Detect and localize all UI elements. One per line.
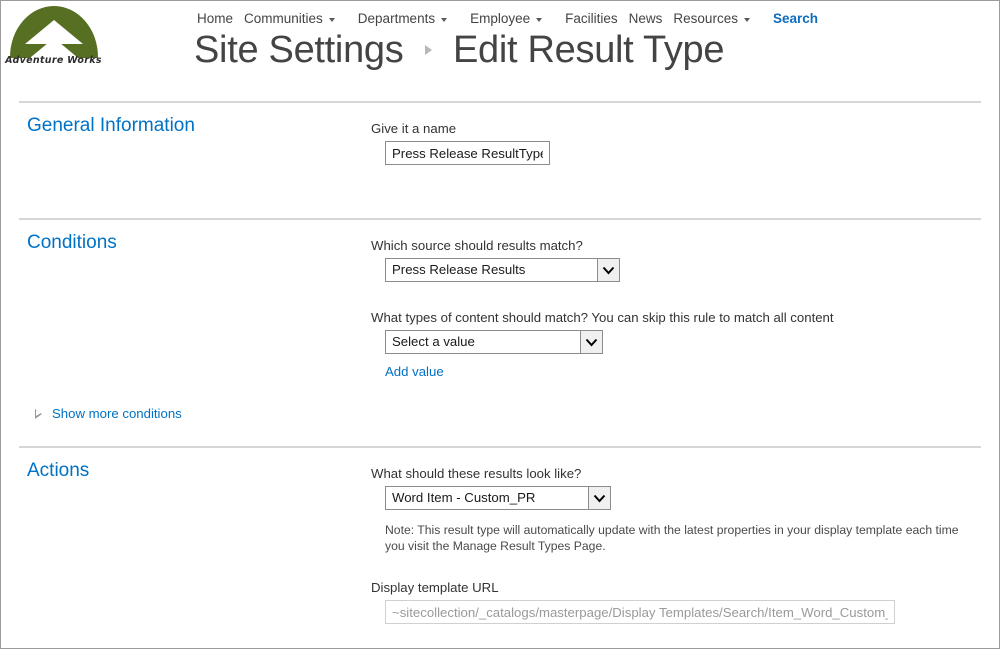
add-value-wrap: Add value (385, 363, 981, 381)
auto-update-note: Note: This result type will automaticall… (385, 523, 959, 553)
content-type-select[interactable]: Select a value (385, 330, 603, 354)
breadcrumb-separator-icon (424, 45, 432, 55)
section-body: Give it a name (19, 103, 981, 175)
nav-item-label: Communities (244, 11, 323, 26)
source-select[interactable]: Press Release Results (385, 258, 620, 282)
display-template-select-value: Word Item - Custom_PR (392, 490, 536, 505)
field-spacer (371, 554, 981, 580)
source-select-value: Press Release Results (392, 262, 526, 277)
content-type-field-label: What types of content should match? You … (371, 310, 834, 325)
chevron-down-icon (328, 17, 335, 22)
breadcrumb-parent-link[interactable]: Site Settings (194, 29, 404, 71)
section-heading: Conditions (27, 232, 117, 253)
result-type-name-input[interactable] (385, 141, 550, 165)
nav-item-news[interactable]: News (629, 9, 663, 28)
chevron-down-icon (441, 17, 448, 22)
section-general-information: General Information Give it a name (19, 101, 981, 218)
page-title: Edit Result Type (452, 29, 725, 71)
nav-item-employee[interactable]: Employee (470, 9, 554, 28)
nav-item-label: Employee (470, 11, 531, 26)
content-type-select-value: Select a value (392, 334, 475, 349)
nav-item-label: Search (772, 11, 818, 26)
nav-item-departments[interactable]: Departments (358, 9, 459, 28)
source-select-wrap: Press Release Results (385, 258, 981, 282)
logo-wordmark: Adventure Works (5, 55, 102, 66)
page-header: Adventure Works Home Communities Departm… (1, 1, 999, 101)
field-spacer (371, 282, 981, 310)
nav-item-label: Facilities (565, 11, 618, 26)
section-actions: Actions What should these results look l… (19, 446, 981, 638)
display-template-url-input[interactable] (385, 600, 895, 624)
nav-item-label: News (628, 11, 663, 26)
nav-item-facilities[interactable]: Facilities (565, 9, 618, 28)
nav-item-label: Home (197, 11, 234, 26)
top-navigation: Home Communities Departments Employee Fa… (197, 9, 829, 28)
nav-item-label: Departments (357, 11, 436, 26)
name-field-label: Give it a name (371, 121, 457, 136)
disclosure-triangle-icon (35, 408, 42, 419)
display-template-field-label: What should these results look like? (371, 466, 582, 481)
show-more-conditions-toggle[interactable]: Show more conditions (35, 406, 182, 421)
nav-item-search[interactable]: Search (773, 9, 818, 28)
chevron-down-icon[interactable] (588, 487, 610, 509)
chevron-down-icon[interactable] (597, 259, 619, 281)
display-template-url-wrap (385, 600, 981, 624)
chevron-down-icon (743, 17, 750, 22)
nav-item-resources[interactable]: Resources (673, 9, 762, 28)
show-more-conditions-label[interactable]: Show more conditions (52, 406, 182, 421)
chevron-down-icon (536, 17, 543, 22)
site-logo[interactable]: Adventure Works (2, 2, 105, 74)
nav-item-communities[interactable]: Communities (244, 9, 347, 28)
section-heading: Actions (27, 460, 90, 481)
display-template-select[interactable]: Word Item - Custom_PR (385, 486, 611, 510)
display-template-select-wrap: Word Item - Custom_PR (385, 486, 981, 510)
source-field-label: Which source should results match? (371, 238, 583, 253)
nav-item-home[interactable]: Home (197, 9, 233, 28)
content-type-select-wrap: Select a value Add value (385, 330, 981, 381)
display-template-url-label: Display template URL (371, 580, 499, 595)
section-body: What should these results look like? Wor… (19, 448, 981, 634)
section-body: Which source should results match? Press… (19, 220, 981, 391)
field-spacer (371, 510, 981, 522)
section-heading: General Information (27, 115, 195, 136)
nav-item-label: Resources (673, 11, 738, 26)
section-conditions: Conditions Which source should results m… (19, 218, 981, 446)
breadcrumb: Site Settings Edit Result Type (194, 29, 724, 72)
name-field-wrap (385, 141, 981, 165)
add-value-link[interactable]: Add value (385, 364, 444, 379)
page-root: Adventure Works Home Communities Departm… (0, 0, 1000, 649)
chevron-down-icon[interactable] (580, 331, 602, 353)
